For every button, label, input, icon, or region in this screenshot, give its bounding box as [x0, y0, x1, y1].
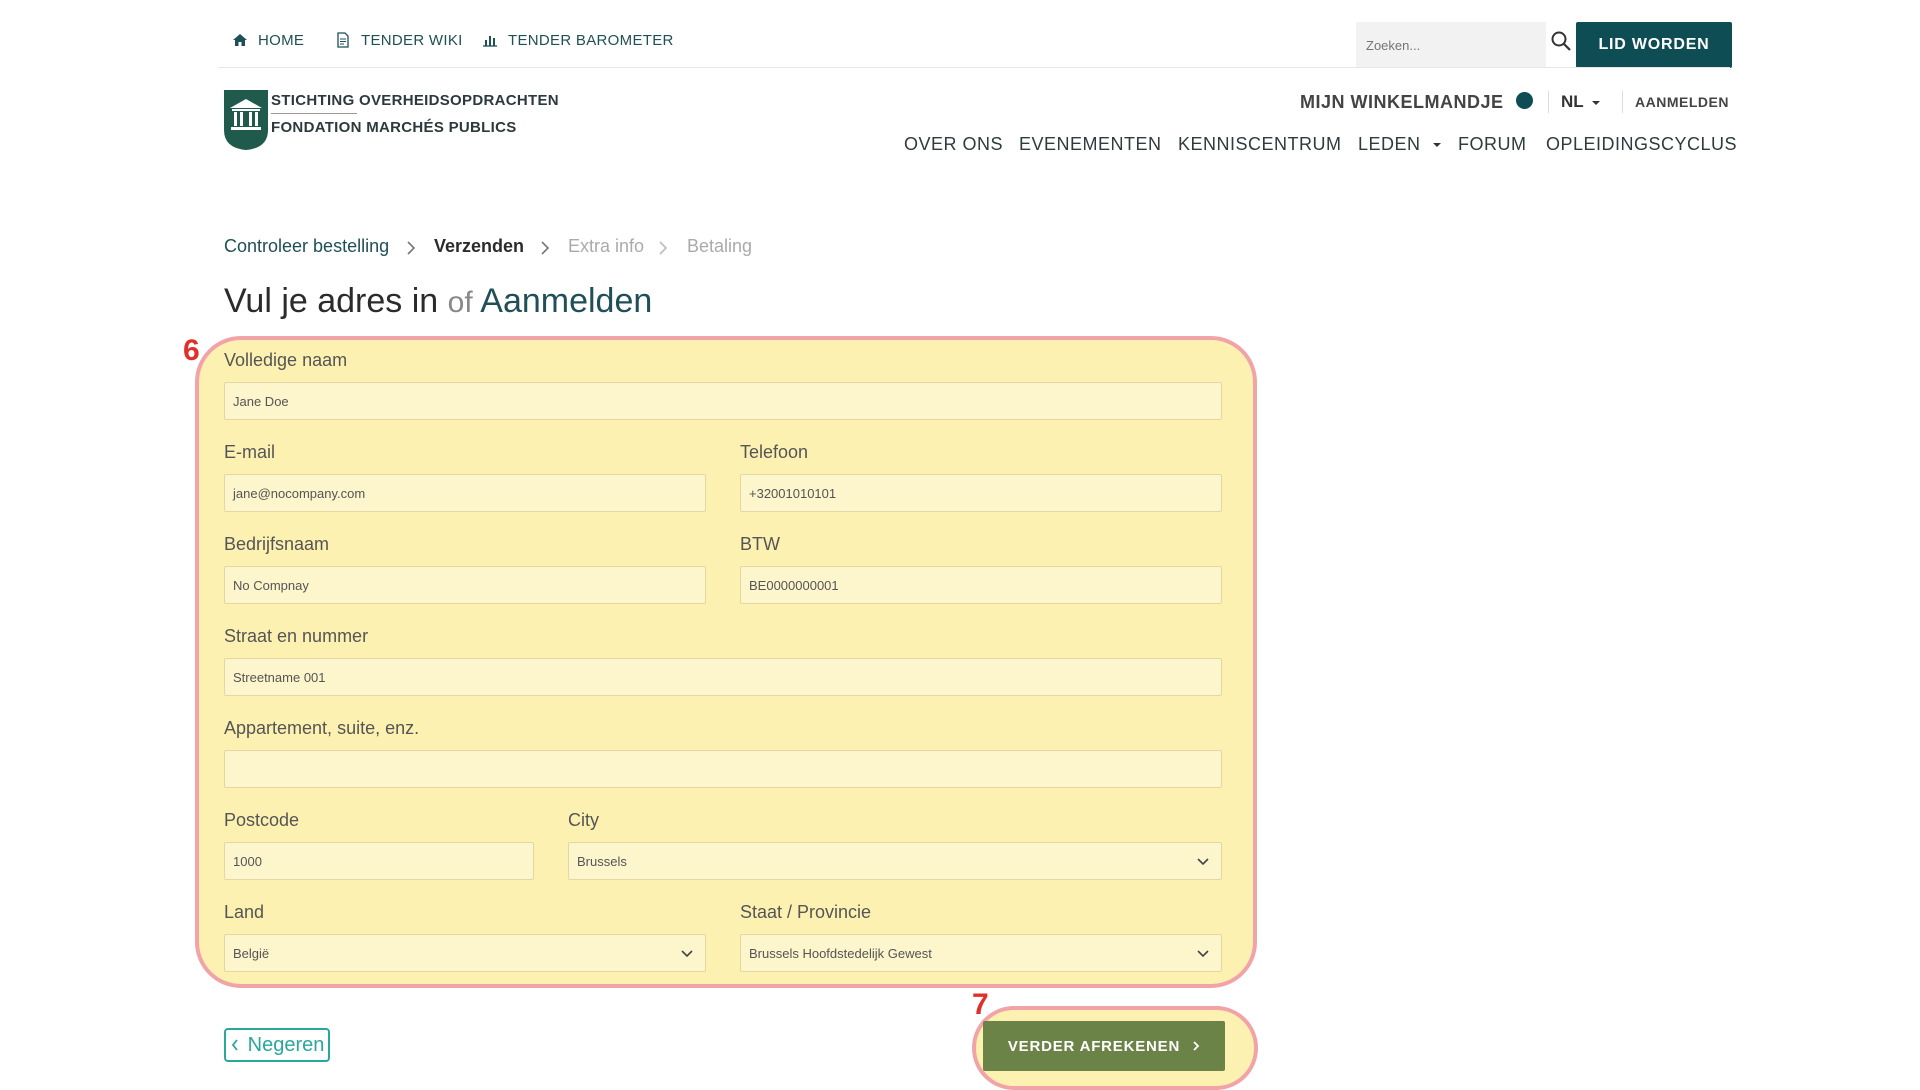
breadcrumb-step-payment: Betaling — [687, 236, 753, 256]
back-button[interactable]: Negeren — [224, 1028, 330, 1062]
chevron-right-icon — [1193, 1041, 1200, 1051]
topbar-wiki-label: TENDER WIKI — [361, 31, 463, 49]
postcode-label: Postcode — [224, 810, 300, 830]
vat-field[interactable]: BE0000000001 — [740, 566, 1222, 604]
phone-field[interactable]: +32001010101 — [740, 474, 1222, 512]
company-field[interactable]: No Compnay — [224, 566, 706, 604]
nav-over-ons[interactable]: OVER ONS — [904, 134, 1003, 155]
back-button-label: Negeren — [247, 1033, 325, 1056]
page-title: Vul je adres in of Aanmelden — [224, 282, 652, 321]
caret-down-icon — [1433, 143, 1442, 148]
bar-chart-icon — [483, 36, 497, 47]
join-button[interactable]: LID WORDEN — [1576, 22, 1732, 68]
login-link[interactable]: AANMELDEN — [1635, 94, 1729, 110]
company-label: Bedrijfsnaam — [224, 534, 330, 554]
state-select-value: Brussels Hoofdstedelijk Gewest — [749, 945, 932, 961]
cart-count-badge[interactable] — [1516, 92, 1533, 109]
apartment-field[interactable] — [224, 750, 1222, 788]
breadcrumb-step-extra-info: Extra info — [568, 236, 645, 256]
search-icon[interactable] — [1550, 30, 1572, 52]
search-input[interactable] — [1356, 22, 1546, 68]
nav-kenniscentrum[interactable]: KENNISCENTRUM — [1178, 134, 1342, 155]
logo-text-line1[interactable]: STICHTING OVERHEIDSOPDRACHTEN — [271, 92, 559, 109]
city-label: City — [568, 810, 599, 830]
document-icon — [337, 32, 349, 48]
nav-evenementen[interactable]: EVENEMENTEN — [1019, 134, 1162, 155]
email-label: E-mail — [224, 442, 276, 462]
city-select[interactable]: Brussels — [568, 842, 1222, 880]
nav-opleidingscyclus[interactable]: OPLEIDINGSCYCLUS — [1546, 134, 1737, 155]
logo-text-line2[interactable]: FONDATION MARCHÉS PUBLICS — [271, 119, 517, 136]
logo-separator — [271, 113, 357, 114]
chevron-down-icon — [681, 950, 693, 958]
topbar-home-link[interactable]: HOME — [232, 30, 304, 50]
page-title-or: of — [447, 286, 473, 319]
breadcrumb-step-shipping: Verzenden — [434, 236, 525, 256]
postcode-field[interactable]: 1000 — [224, 842, 534, 880]
cart-link[interactable]: MIJN WINKELMANDJE — [1300, 92, 1504, 113]
annotation-number-button: 7 — [972, 988, 989, 1021]
vat-label: BTW — [740, 534, 780, 554]
language-selector[interactable]: NL — [1561, 92, 1601, 112]
phone-label: Telefoon — [740, 442, 809, 462]
street-label: Straat en nummer — [224, 626, 369, 646]
full-name-label: Volledige naam — [224, 350, 348, 370]
home-icon — [233, 34, 247, 46]
country-label: Land — [224, 902, 265, 922]
state-select[interactable]: Brussels Hoofdstedelijk Gewest — [740, 934, 1222, 972]
country-select[interactable]: België — [224, 934, 706, 972]
nav-leden[interactable]: LEDEN — [1358, 134, 1442, 155]
nav-forum[interactable]: FORUM — [1458, 134, 1527, 155]
topbar-barometer-label: TENDER BAROMETER — [508, 31, 674, 49]
login-title-link[interactable]: Aanmelden — [480, 282, 652, 320]
language-label: NL — [1561, 92, 1584, 111]
apartment-label: Appartement, suite, enz. — [224, 718, 420, 738]
header-divider — [1622, 91, 1623, 113]
nav-leden-label: LEDEN — [1358, 134, 1421, 154]
topbar-home-label: HOME — [258, 31, 305, 49]
continue-checkout-button[interactable]: VERDER AFREKENEN — [983, 1021, 1225, 1071]
page-title-text: Vul je adres in — [224, 282, 439, 320]
caret-down-icon — [1592, 100, 1601, 105]
continue-button-label: VERDER AFREKENEN — [1007, 1037, 1181, 1055]
topbar-wiki-link[interactable]: TENDER WIKI — [335, 30, 463, 50]
chevron-down-icon — [1197, 858, 1209, 866]
chevron-right-icon — [541, 241, 550, 255]
annotation-number-form: 6 — [183, 334, 200, 367]
city-select-value: Brussels — [577, 853, 627, 869]
logo-emblem-icon[interactable] — [224, 90, 268, 150]
full-name-field[interactable]: Jane Doe — [224, 382, 1222, 420]
country-select-value: België — [233, 945, 270, 961]
breadcrumb-step-review[interactable]: Controleer bestelling — [224, 236, 389, 257]
chevron-right-icon — [659, 241, 668, 255]
chevron-down-icon — [1197, 950, 1209, 958]
state-label: Staat / Provincie — [740, 902, 872, 922]
header-divider — [1548, 91, 1549, 113]
top-divider — [218, 67, 1730, 68]
topbar-barometer-link[interactable]: TENDER BAROMETER — [482, 30, 674, 50]
chevron-right-icon — [407, 241, 416, 255]
email-field[interactable]: jane@nocompany.com — [224, 474, 706, 512]
chevron-left-icon — [231, 1039, 238, 1051]
street-field[interactable]: Streetname 001 — [224, 658, 1222, 696]
